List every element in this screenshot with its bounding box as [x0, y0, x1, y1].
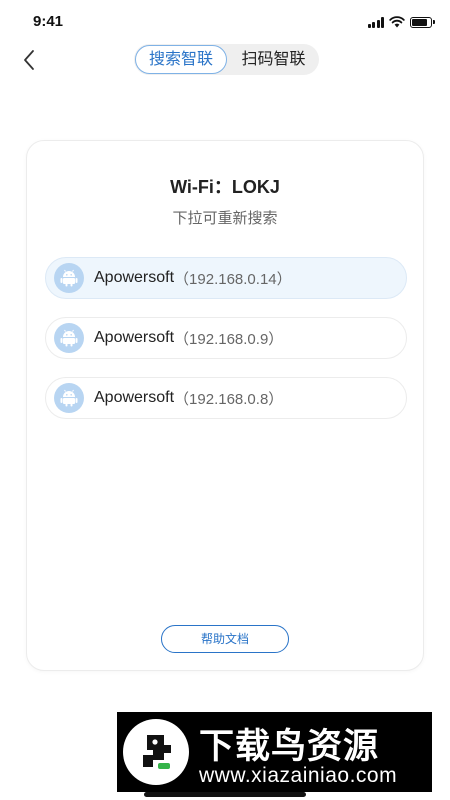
device-name: Apowersoft: [94, 269, 175, 286]
back-button[interactable]: [18, 48, 42, 72]
status-icons: [367, 16, 435, 28]
wifi-icon: [389, 16, 405, 28]
chevron-left-icon: [24, 50, 34, 70]
android-icon: [54, 383, 84, 413]
android-icon: [54, 263, 84, 293]
cellular-signal-icon: [367, 16, 384, 28]
pull-to-refresh-hint: 下拉可重新搜索: [172, 210, 278, 227]
help-docs-button[interactable]: 帮助文档: [161, 625, 289, 653]
mode-switcher: 搜索智联 扫码智联: [134, 44, 319, 75]
status-time: 9:41: [33, 13, 64, 30]
device-search-card: Wi-Fi：LOKJ 下拉可重新搜索 Apowersoft （192.168.0…: [26, 140, 424, 671]
android-icon: [54, 323, 84, 353]
device-ip: （192.168.0.9）: [174, 330, 284, 348]
device-name: Apowersoft: [94, 389, 175, 406]
device-ip: （192.168.0.8）: [174, 390, 284, 408]
status-bar: 9:41: [0, 0, 450, 44]
device-ip: （192.168.0.14）: [174, 270, 292, 288]
device-item[interactable]: Apowersoft （192.168.0.9）: [45, 317, 407, 359]
device-list: Apowersoft （192.168.0.14） Apowersoft （19…: [45, 257, 407, 437]
battery-icon: [410, 16, 435, 28]
watermark-logo: [123, 719, 189, 785]
tab-scan-connect[interactable]: 扫码智联: [228, 44, 319, 75]
watermark-title: 下载鸟资源: [199, 727, 380, 766]
device-item[interactable]: Apowersoft （192.168.0.14）: [45, 257, 407, 299]
device-name: Apowersoft: [94, 329, 175, 346]
watermark-url: www.xiazainiao.com: [199, 764, 398, 787]
device-item[interactable]: Apowersoft （192.168.0.8）: [45, 377, 407, 419]
home-indicator: [144, 792, 306, 797]
wifi-network-title: Wi-Fi：LOKJ: [170, 177, 280, 197]
tab-search-connect[interactable]: 搜索智联: [135, 45, 227, 74]
watermark-banner: 下载鸟资源 www.xiazainiao.com: [117, 712, 432, 792]
